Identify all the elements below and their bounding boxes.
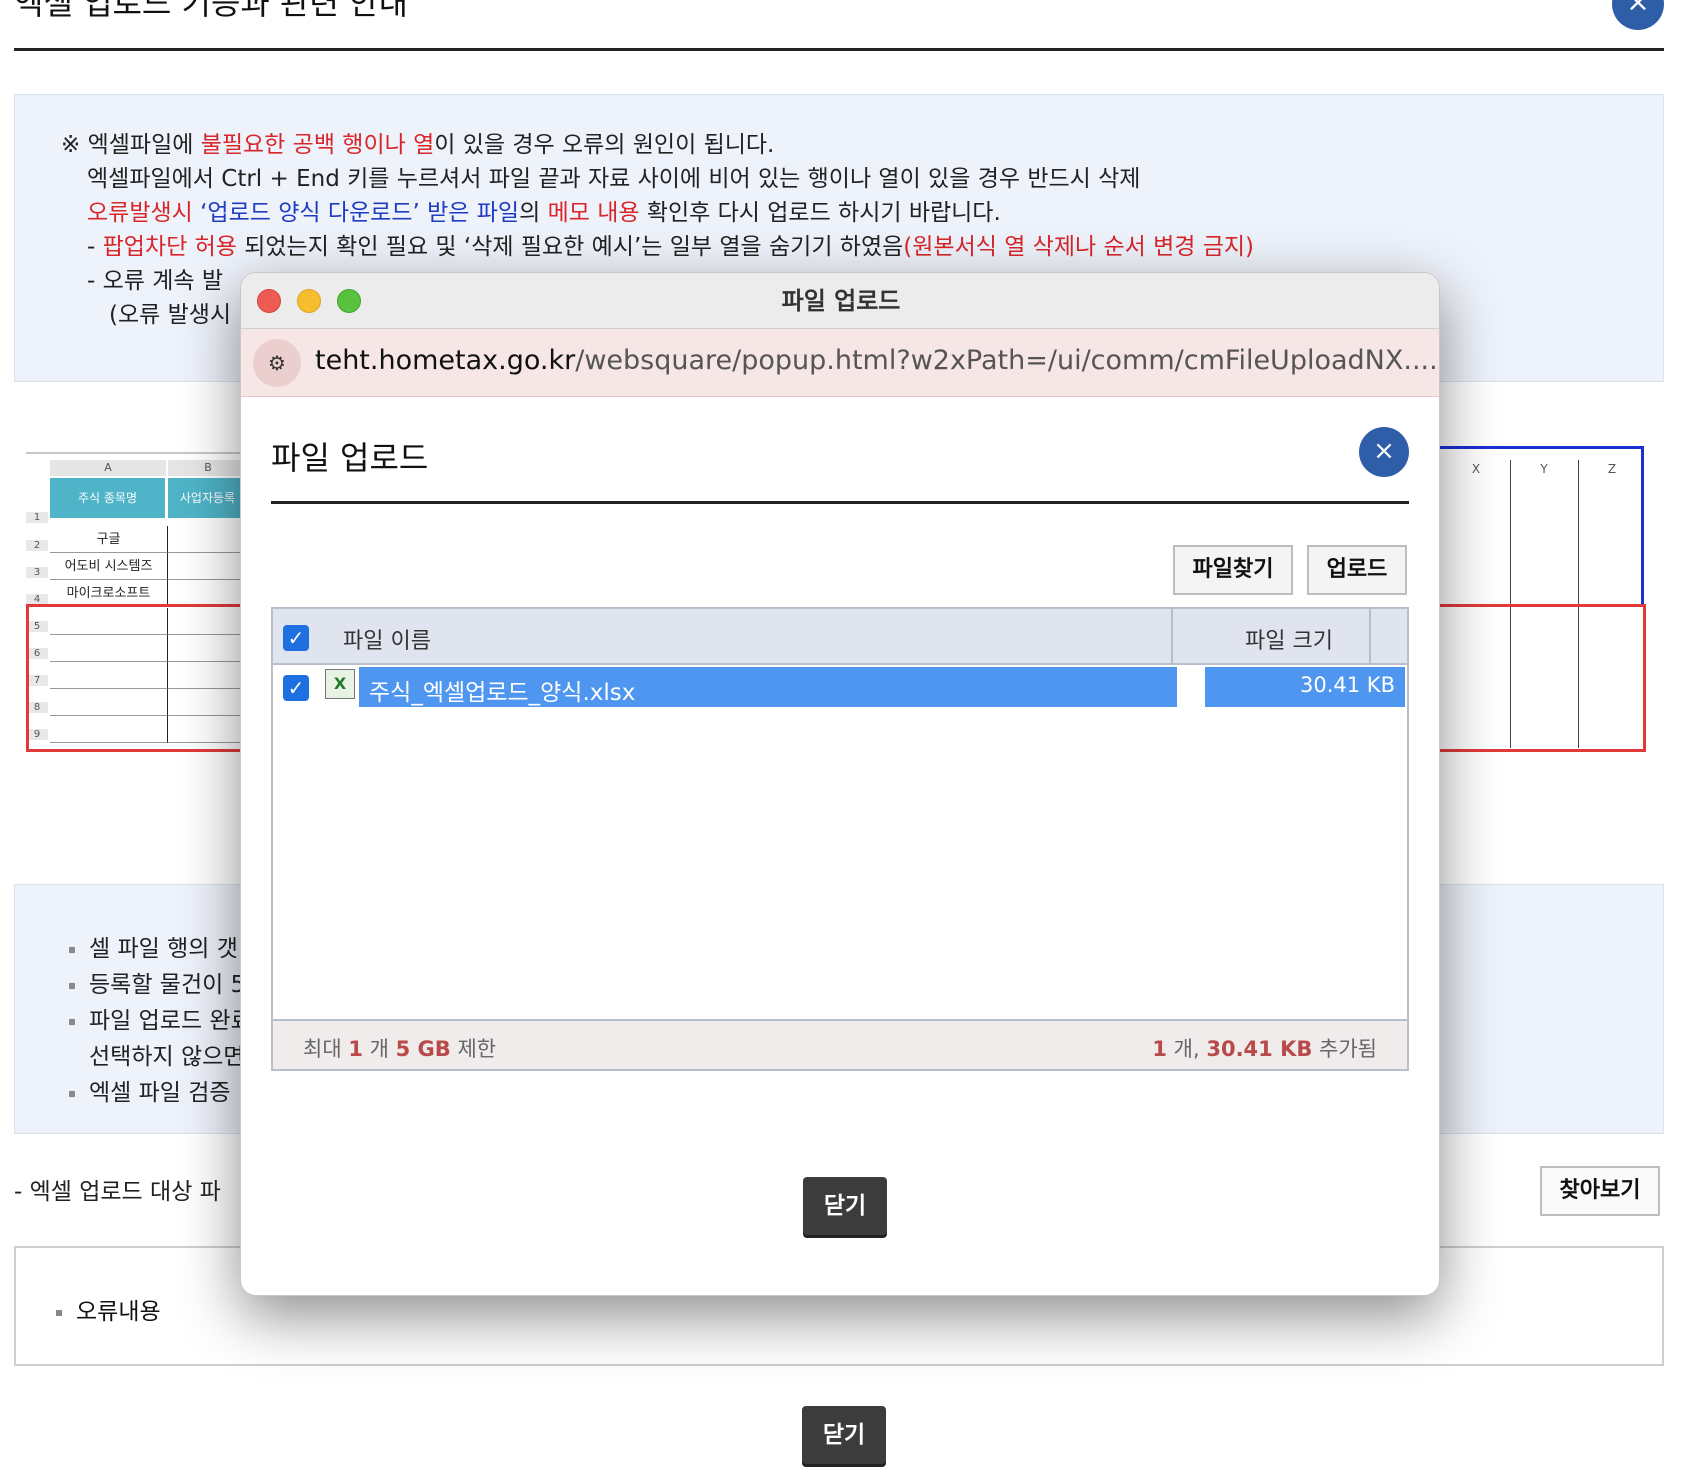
- notice-line-6: (오류 발생시: [109, 302, 232, 328]
- find-file-button[interactable]: 파일찾기: [1173, 545, 1293, 595]
- upload-button[interactable]: 업로드: [1307, 545, 1407, 595]
- row-checkbox[interactable]: ✓: [283, 675, 309, 701]
- sheet-cell: [168, 526, 248, 553]
- highlight-empty-rows-left: [26, 604, 248, 752]
- column-divider[interactable]: [1369, 609, 1371, 665]
- upload-target-label: - 엑셀 업로드 대상 파: [14, 1179, 221, 1205]
- url-text[interactable]: teht.hometax.go.kr/websquare/popup.html?…: [315, 345, 1438, 376]
- notice-line-4-mid: 되었는지 확인 필요 및 ‘삭제 필요한 예시’는 일부 열을 숨기기 하였음: [236, 234, 904, 260]
- title-divider: [14, 48, 1664, 51]
- url-path: /websquare/popup.html?w2xPath=/ui/comm/c…: [575, 345, 1438, 376]
- notice-line-1-red: 불필요한 공백 행이나 열: [200, 132, 435, 158]
- select-all-checkbox[interactable]: ✓: [283, 625, 309, 651]
- excel-file-icon: X: [325, 669, 355, 699]
- file-grid: ✓ 파일 이름 파일 크기 ✓ X 주식_엑셀업로드_양식.xlsx 30.41…: [271, 607, 1409, 1071]
- dialog-title-divider: [271, 501, 1409, 504]
- sheet-cell: 마이크로소프트: [50, 580, 168, 607]
- info-item-4-text: 엑셀 파일 검증: [89, 1080, 231, 1106]
- info-item-2: 등록할 물건이 5: [69, 965, 245, 999]
- window-titlebar: 파일 업로드: [241, 273, 1439, 329]
- sheet-cell: [168, 580, 248, 607]
- file-grid-header: ✓ 파일 이름 파일 크기: [273, 609, 1407, 665]
- file-upload-popup-window: 파일 업로드 ⚙ teht.hometax.go.kr/websquare/po…: [240, 272, 1440, 1296]
- site-settings-icon[interactable]: ⚙: [253, 339, 301, 387]
- file-name-cell[interactable]: 주식_엑셀업로드_양식.xlsx: [369, 673, 635, 707]
- sheet-header-stock-name: 주식 종목명: [50, 478, 166, 518]
- added-count: 1: [1152, 1037, 1167, 1061]
- info-item-1-text: 셀 파일 행의 갯: [89, 936, 238, 962]
- added-mid: 개,: [1166, 1037, 1207, 1061]
- notice-line-3-red1: 오류발생시: [87, 200, 201, 226]
- notice-line-3-red2: 메모 내용: [547, 200, 640, 226]
- limit-size: 5 GB: [395, 1037, 451, 1061]
- sheet-row-number: 2: [26, 540, 48, 551]
- notice-line-1-prefix: ※ 엑셀파일에: [61, 132, 201, 158]
- bullet-icon: [56, 1309, 62, 1316]
- column-header-file-size[interactable]: 파일 크기: [1173, 623, 1359, 655]
- notice-line-3-mid: 의: [519, 200, 548, 226]
- added-summary-text: 1 개, 30.41 KB 추가됨: [1152, 1033, 1377, 1063]
- added-suffix: 추가됨: [1312, 1037, 1377, 1061]
- url-host: teht.hometax.go.kr: [315, 345, 576, 376]
- sheet-row-number: 3: [26, 567, 48, 578]
- page-close-button[interactable]: 닫기: [802, 1406, 886, 1464]
- info-item-2-text: 등록할 물건이 5: [89, 972, 246, 998]
- limit-prefix: 최대: [303, 1037, 349, 1061]
- info-item-4: 엑셀 파일 검증: [69, 1073, 231, 1107]
- bullet-icon: [69, 946, 75, 953]
- dialog-close-button[interactable]: 닫기: [803, 1177, 887, 1235]
- dialog-title: 파일 업로드: [271, 439, 429, 477]
- info-item-1: 셀 파일 행의 갯: [69, 929, 238, 963]
- browse-button[interactable]: 찾아보기: [1540, 1166, 1660, 1216]
- bullet-icon: [69, 1090, 75, 1097]
- sheet-col-a: A: [50, 460, 166, 476]
- notice-line-3: 오류발생시 ‘업로드 양식 다운로드’ 받은 파일의 메모 내용 확인후 다시 …: [87, 193, 1001, 227]
- notice-line-4-prefix: -: [87, 234, 103, 260]
- notice-line-3-suffix: 확인후 다시 업로드 하시기 바랍니다.: [639, 200, 1001, 226]
- window-title: 파일 업로드: [781, 287, 901, 315]
- info-item-3-continued: 선택하지 않으면: [89, 1044, 245, 1070]
- error-label: 오류내용: [56, 1292, 161, 1326]
- limit-suffix: 제한: [450, 1037, 497, 1061]
- page-close-icon[interactable]: ×: [1612, 0, 1664, 30]
- highlight-empty-cols-right: [1440, 446, 1644, 604]
- file-size-cell[interactable]: 30.41 KB: [1205, 673, 1395, 697]
- notice-line-4: - 팝업차단 허용 되었는지 확인 필요 및 ‘삭제 필요한 예시’는 일부 열…: [87, 227, 1254, 261]
- file-grid-footer: 최대 1 개 5 GB 제한 1 개, 30.41 KB 추가됨: [273, 1019, 1407, 1069]
- dialog-close-icon[interactable]: ×: [1359, 427, 1409, 477]
- notice-line-4-red2: (원본서식 열 삭제나 순서 변경 금지): [903, 234, 1255, 260]
- sheet-cell: 어도비 시스템즈: [50, 553, 168, 580]
- bullet-icon: [69, 1018, 75, 1025]
- upload-limit-text: 최대 1 개 5 GB 제한: [303, 1033, 496, 1063]
- bullet-icon: [69, 982, 75, 989]
- sheet-cell: [168, 553, 248, 580]
- address-bar: ⚙ teht.hometax.go.kr/websquare/popup.htm…: [241, 329, 1439, 397]
- limit-count: 1: [348, 1037, 363, 1061]
- page-title: 엑셀 업로드 기능과 관련 안내: [14, 0, 408, 22]
- info-item-3-text: 파일 업로드 완료: [89, 1008, 252, 1034]
- notice-line-1-suffix: 이 있을 경우 오류의 원인이 됩니다.: [434, 132, 775, 158]
- notice-line-2: 엑셀파일에서 Ctrl + End 키를 누르셔서 파일 끝과 자료 사이에 비…: [87, 166, 1141, 192]
- sheet-col-b: B: [168, 460, 248, 476]
- notice-line-4-red1: 팝업차단 허용: [102, 234, 237, 260]
- sheet-cell: 구글: [50, 526, 168, 553]
- sheet-header-business-no: 사업자등록: [168, 478, 248, 518]
- notice-line-3-blue: ‘업로드 양식 다운로드’ 받은 파일: [200, 200, 520, 226]
- column-header-file-name[interactable]: 파일 이름: [343, 623, 431, 655]
- info-item-3: 파일 업로드 완료: [69, 1001, 252, 1035]
- notice-line-5: - 오류 계속 발: [87, 268, 224, 294]
- error-label-text: 오류내용: [76, 1299, 161, 1325]
- notice-line-1: ※ 엑셀파일에 불필요한 공백 행이나 열이 있을 경우 오류의 원인이 됩니다…: [61, 125, 774, 159]
- highlight-empty-rows-right: [1440, 604, 1646, 752]
- limit-mid: 개: [362, 1037, 396, 1061]
- added-size: 30.41 KB: [1206, 1037, 1313, 1061]
- sheet-row-number: 1: [26, 512, 48, 523]
